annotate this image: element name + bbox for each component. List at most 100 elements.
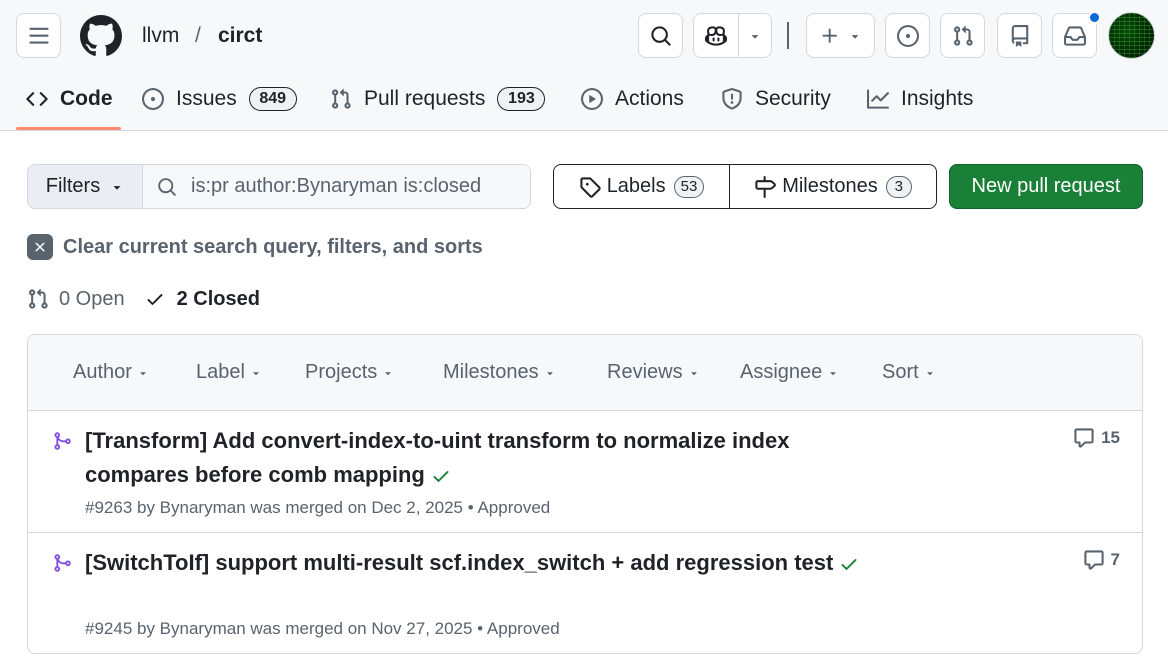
tab-issues[interactable]: Issues 849	[142, 84, 297, 114]
closed-state-link[interactable]: 2 Closed	[145, 288, 260, 311]
search-field	[143, 165, 530, 208]
your-pull-requests-button[interactable]	[940, 13, 985, 58]
label-filter-dropdown[interactable]: Label	[196, 361, 262, 384]
copilot-button[interactable]	[694, 14, 739, 57]
tab-insights[interactable]: Insights	[867, 84, 973, 114]
pull-requests-count-badge: 193	[497, 87, 546, 111]
labels-button[interactable]: Labels 53	[554, 165, 730, 208]
triangle-down-icon	[385, 371, 391, 375]
tab-actions-label: Actions	[615, 87, 684, 110]
issues-count-badge: 849	[248, 87, 297, 111]
comments-link[interactable]: 15	[1073, 427, 1120, 449]
search-button[interactable]	[638, 13, 683, 58]
check-icon	[841, 559, 857, 571]
app-header: llvm / circt Code Issues 849 Pull reques…	[0, 0, 1168, 131]
sort-label: Sort	[882, 361, 919, 383]
search-icon	[650, 25, 671, 46]
tab-code-label: Code	[60, 87, 113, 110]
triangle-down-icon	[546, 371, 553, 375]
sort-dropdown[interactable]: Sort	[882, 361, 936, 384]
tab-pull-requests[interactable]: Pull requests 193	[330, 84, 546, 114]
issue-opened-icon	[142, 88, 164, 110]
comment-icon	[1083, 550, 1104, 570]
pull-request-list: Author Label Projects Milestones Reviews…	[27, 334, 1143, 654]
header-divider	[787, 22, 789, 49]
your-issues-button[interactable]	[885, 13, 930, 58]
git-merge-icon	[54, 432, 71, 450]
issue-opened-icon	[896, 24, 919, 47]
closed-state-label: 2 Closed	[176, 287, 260, 310]
triangle-down-icon	[830, 371, 837, 375]
filters-button-label: Filters	[45, 175, 101, 197]
milestones-button[interactable]: Milestones 3	[730, 165, 936, 208]
tab-pull-requests-label: Pull requests	[364, 87, 486, 110]
check-icon	[147, 294, 163, 305]
pull-request-meta: #9263 by Bynaryman was merged on Dec 2, …	[85, 498, 551, 517]
reviews-filter-dropdown[interactable]: Reviews	[607, 361, 700, 384]
breadcrumb-owner[interactable]: llvm	[142, 24, 179, 48]
projects-filter-dropdown[interactable]: Projects	[305, 361, 394, 384]
pull-request-title-link[interactable]: [SwitchToIf] support multi-result scf.in…	[85, 546, 865, 580]
menu-button[interactable]	[16, 13, 61, 58]
filter-search-box: Filters	[27, 164, 531, 209]
milestones-count-badge: 3	[885, 175, 912, 198]
milestones-filter-dropdown[interactable]: Milestones	[443, 361, 556, 384]
table-row: [SwitchToIf] support multi-result scf.in…	[28, 533, 1142, 653]
comments-count: 15	[1101, 428, 1120, 447]
tab-security[interactable]: Security	[721, 84, 831, 114]
copilot-icon	[705, 25, 727, 46]
labels-count-badge: 53	[673, 175, 705, 198]
git-merge-icon	[54, 554, 71, 572]
close-icon	[27, 234, 53, 260]
git-pull-request-icon	[332, 88, 351, 109]
active-tab-underline	[16, 127, 121, 130]
clear-filters-link[interactable]: Clear current search query, filters, and…	[27, 234, 483, 260]
inbox-icon	[1063, 25, 1086, 46]
search-icon	[158, 177, 176, 196]
graph-icon	[867, 89, 889, 109]
git-pull-request-icon	[29, 288, 48, 309]
notification-indicator	[1088, 11, 1101, 24]
triangle-down-icon	[751, 34, 759, 39]
breadcrumb-repo[interactable]: circt	[218, 24, 262, 48]
code-icon	[26, 92, 48, 106]
comments-link[interactable]: 7	[1083, 549, 1120, 571]
hamburger-icon	[28, 27, 49, 44]
tab-actions[interactable]: Actions	[581, 84, 684, 114]
comments-count: 7	[1110, 550, 1120, 569]
assignee-filter-dropdown[interactable]: Assignee	[740, 361, 839, 384]
projects-filter-label: Projects	[305, 361, 378, 383]
tab-security-label: Security	[755, 87, 831, 110]
tab-issues-label: Issues	[176, 87, 237, 110]
open-state-link[interactable]: 0 Open	[27, 288, 125, 311]
repo-icon	[1011, 24, 1028, 47]
open-state-label: 0 Open	[59, 287, 125, 310]
reviews-filter-label: Reviews	[607, 361, 683, 383]
git-pull-request-icon	[953, 25, 973, 46]
labels-label: Labels	[606, 175, 666, 197]
author-filter-dropdown[interactable]: Author	[73, 361, 149, 384]
repositories-button[interactable]	[997, 13, 1042, 58]
copilot-dropdown-button[interactable]	[739, 14, 771, 57]
user-avatar[interactable]	[1108, 12, 1155, 59]
copilot-button-group	[693, 13, 772, 58]
triangle-down-icon	[114, 185, 121, 190]
pull-request-title-link[interactable]: [Transform] Add convert-index-to-uint tr…	[85, 424, 865, 492]
github-logo-icon[interactable]	[80, 15, 122, 57]
search-input[interactable]	[191, 175, 521, 198]
create-new-button[interactable]	[806, 13, 875, 58]
comment-icon	[1074, 428, 1094, 448]
triangle-down-icon	[253, 371, 259, 375]
check-icon	[433, 471, 449, 483]
table-row: [Transform] Add convert-index-to-uint tr…	[28, 411, 1142, 533]
filters-dropdown-button[interactable]: Filters	[28, 165, 143, 208]
tab-insights-label: Insights	[901, 87, 974, 110]
author-filter-label: Author	[73, 361, 132, 383]
tab-code[interactable]: Code	[26, 84, 113, 114]
breadcrumb-separator: /	[195, 24, 201, 47]
clear-filters-text: Clear current search query, filters, and…	[63, 235, 483, 258]
label-filter-label: Label	[196, 361, 245, 383]
new-pull-request-button[interactable]: New pull request	[949, 164, 1143, 209]
state-toggle: 0 Open 2 Closed	[27, 286, 260, 312]
milestones-filter-label: Milestones	[443, 361, 539, 383]
